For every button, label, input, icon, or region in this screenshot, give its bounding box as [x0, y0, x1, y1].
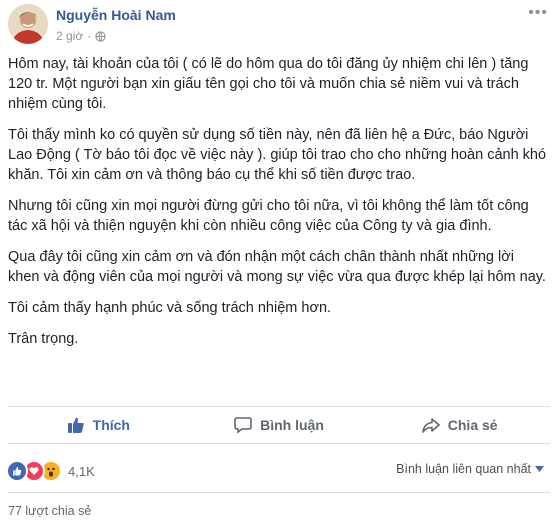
post-paragraph: Tôi thấy mình ko có quyền sử dụng số tiề…: [8, 127, 547, 183]
share-arrow-icon: [421, 418, 440, 433]
reaction-like-icon: [6, 460, 28, 482]
post-paragraph: Hôm nay, tài khoản của tôi ( có lẽ do hô…: [8, 56, 529, 112]
dot-separator: ·: [87, 29, 92, 43]
caret-down-icon: [535, 466, 544, 472]
share-label: Chia sẻ: [447, 417, 498, 433]
facebook-post: Nguyễn Hoài Nam 2 giờ · ••• Hôm nay, tài…: [0, 0, 558, 524]
avatar-photo: [8, 4, 48, 44]
share-count[interactable]: 77 lượt chia sẻ: [8, 504, 91, 518]
like-label: Thích: [92, 417, 130, 433]
post-options-button[interactable]: •••: [528, 4, 548, 22]
like-thumb-icon: [67, 417, 84, 433]
comment-label: Bình luận: [260, 417, 324, 433]
comment-sort-dropdown[interactable]: Bình luận liên quan nhất: [396, 462, 544, 476]
reaction-summary[interactable]: 4,1K: [6, 460, 95, 482]
post-paragraph: Tôi cảm thấy hạnh phúc và sống trách nhi…: [8, 300, 332, 316]
comment-sort-label: Bình luận liên quan nhất: [396, 462, 531, 476]
post-time[interactable]: 2 giờ: [56, 29, 83, 43]
post-paragraph: Qua đây tôi cũng xin cảm ơn và đón nhận …: [8, 249, 546, 285]
post-meta: 2 giờ ·: [56, 29, 106, 43]
post-paragraph: Trân trọng.: [8, 331, 79, 347]
globe-icon[interactable]: [95, 30, 106, 42]
like-button[interactable]: Thích: [8, 407, 189, 443]
divider: [8, 492, 550, 493]
author-avatar[interactable]: [8, 4, 48, 44]
post-action-bar: Thích Bình luận Chia sẻ: [8, 406, 550, 444]
share-button[interactable]: Chia sẻ: [369, 407, 550, 443]
comment-bubble-icon: [234, 417, 252, 434]
reaction-count: 4,1K: [68, 463, 95, 479]
comment-button[interactable]: Bình luận: [189, 407, 370, 443]
post-paragraph: Nhưng tôi cũng xin mọi người đừng gửi ch…: [8, 198, 529, 234]
post-body: Hôm nay, tài khoản của tôi ( có lẽ do hô…: [8, 54, 548, 360]
author-name[interactable]: Nguyễn Hoài Nam: [56, 7, 176, 23]
